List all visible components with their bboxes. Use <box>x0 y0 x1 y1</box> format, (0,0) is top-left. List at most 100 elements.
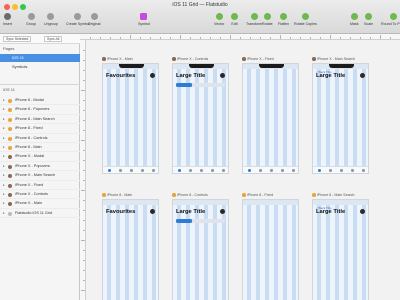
tab-icon[interactable] <box>259 169 262 172</box>
segment-selected[interactable] <box>176 83 192 87</box>
sync-selected-button[interactable]: Sync Selected <box>3 36 32 42</box>
phone-screen[interactable]: < Back Title Large Title <box>312 199 369 300</box>
artboard[interactable]: iPhone X - Controls Large Title <box>172 56 229 174</box>
transform-button[interactable]: Transform <box>246 13 262 26</box>
vertical-ruler[interactable] <box>80 40 86 300</box>
layer-item[interactable]: ▸ iPhone 8 - Popovers <box>0 105 80 115</box>
segmented-control[interactable] <box>176 83 225 87</box>
tab-icon[interactable] <box>362 169 365 172</box>
phone-screen[interactable]: < Back Title Large Title <box>312 63 369 174</box>
avatar[interactable] <box>150 73 155 78</box>
artboard-label[interactable]: iPhone X - Fixed <box>242 56 274 62</box>
disclosure-chevron-icon[interactable]: ▸ <box>3 171 5 180</box>
phone-screen[interactable]: Large Title <box>172 63 229 174</box>
artboard-label[interactable]: iPhone 8 - Controls <box>172 192 208 198</box>
tab-icon[interactable] <box>211 169 214 172</box>
artboard[interactable]: iPhone 8 - Controls Large Title <box>172 192 229 300</box>
symbol-button[interactable]: Symbol <box>138 13 150 26</box>
disclosure-chevron-icon[interactable]: ▸ <box>3 199 5 208</box>
original-button[interactable]: Original <box>88 13 100 26</box>
segment-selected[interactable] <box>176 219 192 223</box>
disclosure-chevron-icon[interactable]: ▸ <box>3 181 5 190</box>
avatar[interactable] <box>220 73 225 78</box>
avatar[interactable] <box>220 209 225 214</box>
tab-icon[interactable] <box>292 169 295 172</box>
insert-button[interactable]: Insert <box>3 13 12 26</box>
page-item-ios11[interactable]: iOS 11 <box>0 54 80 62</box>
phone-screen[interactable] <box>242 63 299 174</box>
layer-item[interactable]: ▸ iPhone 8 - Main Search <box>0 115 80 125</box>
layer-item[interactable]: ▸ iPhone X - Controls <box>0 190 80 200</box>
vector-button[interactable]: Vector <box>214 13 224 26</box>
disclosure-chevron-icon[interactable]: ▸ <box>3 143 5 152</box>
edit-button[interactable]: Edit <box>231 13 238 26</box>
layer-item[interactable]: ▸ iPhone 8 - Controls <box>0 134 80 143</box>
layer-item[interactable]: ▸ iPhone 8 - Fixed <box>0 124 80 134</box>
artboard-label[interactable]: iPhone 8 - Main <box>102 192 132 198</box>
artboard-label[interactable]: iPhone X - Main <box>102 56 133 62</box>
tab-icon[interactable] <box>130 169 133 172</box>
rotate-copies-button[interactable]: Rotate Copies <box>294 13 317 26</box>
tab-icon[interactable] <box>141 169 144 172</box>
phone-screen[interactable]: Large Title <box>172 199 229 300</box>
disclosure-chevron-icon[interactable]: ▸ <box>3 105 5 114</box>
tab-icon[interactable] <box>270 169 273 172</box>
artboard[interactable]: iPhone X - Main Search < Back Title Large … <box>312 56 369 174</box>
tab-icon[interactable] <box>119 169 122 172</box>
tab-icon[interactable] <box>248 169 251 172</box>
layer-item[interactable]: ▸ iPhone 8 - Modal <box>0 96 80 106</box>
disclosure-chevron-icon[interactable]: ▸ <box>3 124 5 133</box>
horizontal-ruler[interactable] <box>80 34 400 40</box>
page-item-symbols[interactable]: Symbols <box>0 63 80 71</box>
layer-item[interactable]: ▸ iPhone X - Main <box>0 199 80 209</box>
disclosure-chevron-icon[interactable]: ▸ <box>3 209 5 218</box>
phone-screen[interactable]: Favourites <box>102 199 159 300</box>
ungroup-button[interactable]: Ungroup <box>44 13 58 26</box>
tab-icon[interactable] <box>318 169 321 172</box>
layer-item[interactable]: ▸ Flatstudio iOS 11 Grid <box>0 209 80 219</box>
tab-icon[interactable] <box>178 169 181 172</box>
segmented-control[interactable] <box>176 219 225 223</box>
layer-item[interactable]: ▸ iPhone X - Popovers <box>0 162 80 172</box>
round-to-pixel-button[interactable]: Round To Pixel <box>381 13 400 26</box>
artboard-label[interactable]: iPhone X - Controls <box>172 56 208 62</box>
layer-item[interactable]: ▸ iPhone X - Main Search <box>0 171 80 181</box>
artboard[interactable]: iPhone X - Fixed <box>242 56 299 174</box>
tab-icon[interactable] <box>200 169 203 172</box>
tab-icon[interactable] <box>108 169 111 172</box>
artboard-label[interactable]: iPhone 8 - Main Search <box>312 192 355 198</box>
layer-item[interactable]: ▸ iPhone 8 - Main <box>0 143 80 153</box>
avatar[interactable] <box>360 209 365 214</box>
phone-screen[interactable] <box>242 199 299 300</box>
artboard-label[interactable]: iPhone 8 - Fixed <box>242 192 273 198</box>
scale-button[interactable]: Scale <box>364 13 373 26</box>
disclosure-chevron-icon[interactable]: ▸ <box>3 115 5 124</box>
tab-icon[interactable] <box>222 169 225 172</box>
disclosure-chevron-icon[interactable]: ▸ <box>3 190 5 199</box>
tab-icon[interactable] <box>152 169 155 172</box>
create-symbol-button[interactable]: Create Symbol <box>66 13 90 26</box>
artboard[interactable]: iPhone 8 - Main Search < Back Title Large … <box>312 192 369 300</box>
tab-icon[interactable] <box>189 169 192 172</box>
sync-all-button[interactable]: Sync All <box>44 36 63 42</box>
artboard[interactable]: iPhone 8 - Fixed <box>242 192 299 300</box>
artboard[interactable]: iPhone X - Main Favourites <box>102 56 159 174</box>
mask-button[interactable]: Mask <box>350 13 359 26</box>
disclosure-chevron-icon[interactable]: ▸ <box>3 162 5 171</box>
artboard[interactable]: iPhone 8 - Main Favourites <box>102 192 159 300</box>
phone-screen[interactable]: Favourites <box>102 63 159 174</box>
disclosure-chevron-icon[interactable]: ▸ <box>3 96 5 105</box>
flatten-button[interactable]: Flatten <box>278 13 289 26</box>
tab-icon[interactable] <box>340 169 343 172</box>
rotate-button[interactable]: Rotate <box>262 13 273 26</box>
disclosure-chevron-icon[interactable]: ▸ <box>3 152 5 161</box>
avatar[interactable] <box>150 209 155 214</box>
layer-item[interactable]: ▸ iPhone X - Fixed <box>0 181 80 190</box>
group-button[interactable]: Group <box>26 13 36 26</box>
layer-item[interactable]: ▸ iPhone X - Modal <box>0 152 80 162</box>
artboard-label[interactable]: iPhone X - Main Search <box>312 56 355 62</box>
tab-icon[interactable] <box>329 169 332 172</box>
tab-icon[interactable] <box>281 169 284 172</box>
avatar[interactable] <box>360 73 365 78</box>
disclosure-chevron-icon[interactable]: ▸ <box>3 134 5 143</box>
